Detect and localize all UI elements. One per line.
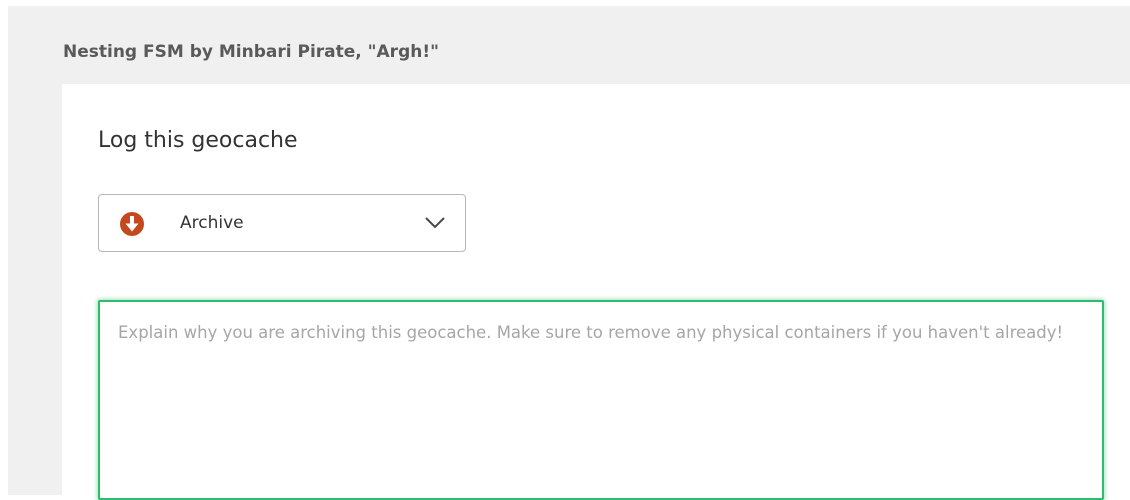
log-type-dropdown[interactable]: Archive — [98, 194, 466, 252]
log-panel: Log this geocache Archive — [62, 84, 1130, 500]
log-type-selected-value: Archive — [180, 213, 244, 233]
archive-icon — [120, 212, 144, 236]
cache-title: Nesting FSM by Minbari Pirate, "Argh!" — [63, 42, 439, 62]
chevron-down-icon — [423, 215, 447, 231]
log-text-area[interactable] — [98, 300, 1104, 500]
log-heading: Log this geocache — [98, 128, 298, 153]
